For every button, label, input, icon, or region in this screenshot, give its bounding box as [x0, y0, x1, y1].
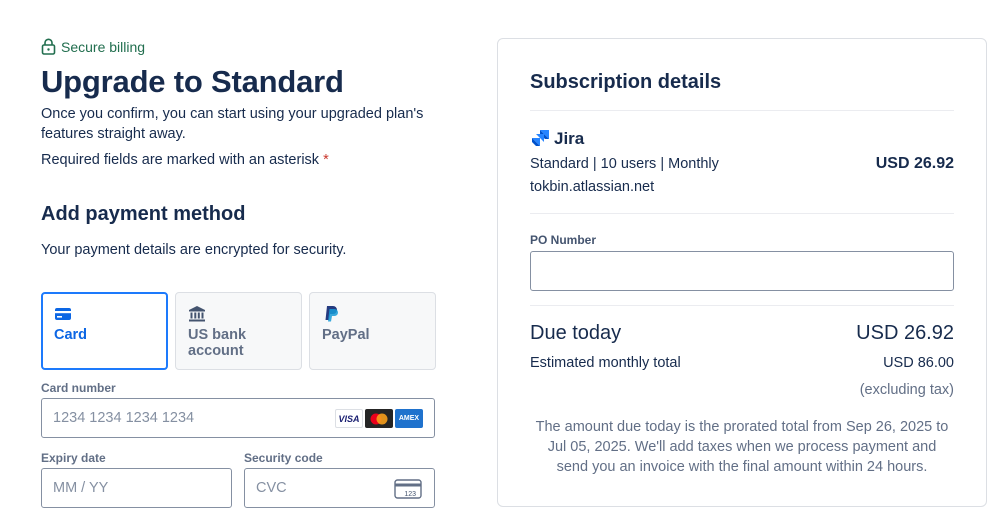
- divider: [530, 213, 954, 214]
- po-number-input[interactable]: [530, 251, 954, 291]
- product-row: Jira: [530, 129, 584, 149]
- tab-card[interactable]: Card: [41, 292, 168, 370]
- required-asterisk: *: [323, 152, 329, 168]
- amex-logo: AMEX: [395, 409, 423, 428]
- card-number-placeholder: 1234 1234 1234 1234: [53, 410, 195, 426]
- tab-paypal-label: PayPal: [322, 327, 370, 343]
- secure-billing-label: Secure billing: [61, 38, 146, 55]
- cvc-icon-digits: 123: [404, 491, 416, 498]
- secure-billing: Secure billing: [41, 38, 145, 55]
- expiry-date-label: Expiry date: [41, 451, 106, 465]
- payment-method-tabs: Card US bank account PayPal: [41, 292, 436, 370]
- required-note-text: Required fields are marked with an aster…: [41, 152, 320, 168]
- visa-logo: VISA: [335, 409, 363, 428]
- security-code-input[interactable]: CVC 123: [244, 468, 435, 508]
- due-today-label: Due today: [530, 322, 622, 344]
- card-number-input[interactable]: 1234 1234 1234 1234 VISA AMEX: [41, 398, 435, 438]
- divider: [530, 110, 954, 111]
- bank-icon: [189, 306, 205, 322]
- card-number-label: Card number: [41, 381, 116, 395]
- plan-description: Standard | 10 users | Monthly: [530, 156, 719, 172]
- po-number-label: PO Number: [530, 233, 597, 247]
- security-code-label: Security code: [244, 451, 323, 465]
- tab-paypal[interactable]: PayPal: [309, 292, 436, 370]
- card-brands: VISA AMEX: [335, 409, 423, 428]
- mastercard-icon: [365, 409, 393, 428]
- plan-price: USD 26.92: [875, 155, 954, 172]
- expiry-date-input[interactable]: MM / YY: [41, 468, 232, 508]
- subscription-panel: Subscription details Jira Standard | 10 …: [497, 38, 987, 507]
- payment-encryption-note: Your payment details are encrypted for s…: [41, 242, 347, 258]
- lock-icon: [41, 38, 56, 55]
- estimated-total-label: Estimated monthly total: [530, 355, 681, 371]
- tab-card-label: Card: [54, 327, 88, 343]
- cvc-card-icon: 123: [394, 479, 422, 499]
- expiry-date-placeholder: MM / YY: [53, 480, 109, 496]
- credit-card-icon: [55, 308, 71, 320]
- due-today-amount: USD 26.92: [856, 322, 954, 344]
- tab-us-bank-account[interactable]: US bank account: [175, 292, 302, 370]
- divider: [530, 305, 954, 306]
- required-note: Required fields are marked with an aster…: [41, 152, 329, 168]
- intro-text: Once you confirm, you can start using yo…: [41, 106, 424, 142]
- product-name: Jira: [554, 129, 585, 148]
- site-url: tokbin.atlassian.net: [530, 179, 655, 195]
- proration-note: The amount due today is the prorated tot…: [535, 419, 949, 475]
- estimated-total-amount: USD 86.00: [883, 355, 954, 371]
- page-title: Upgrade to Standard: [41, 64, 344, 99]
- jira-logo-icon: [532, 130, 549, 146]
- tab-us-bank-account-label: US bank account: [188, 327, 247, 359]
- payment-method-heading: Add payment method: [41, 203, 246, 225]
- subscription-title: Subscription details: [530, 71, 722, 93]
- paypal-icon: [325, 306, 338, 322]
- security-code-placeholder: CVC: [256, 480, 287, 496]
- tax-note: (excluding tax): [859, 382, 954, 398]
